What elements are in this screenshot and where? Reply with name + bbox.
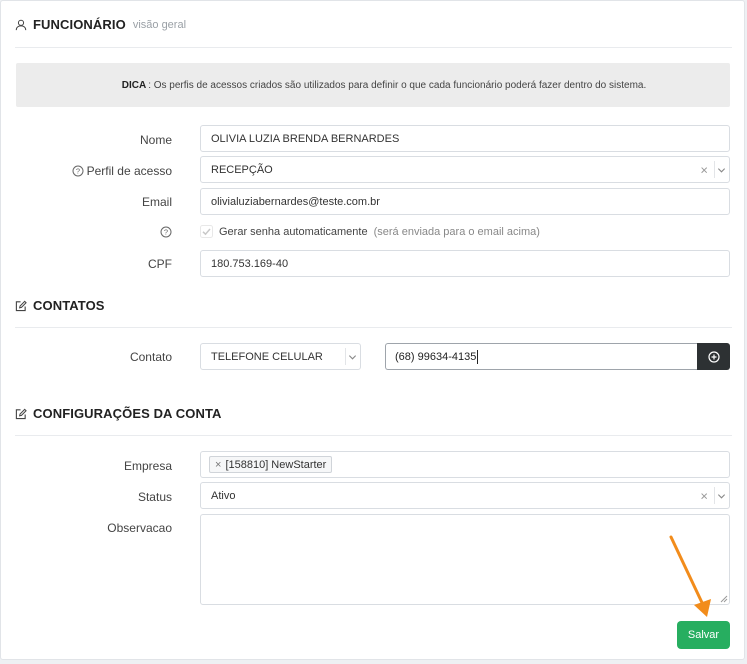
status-label: Status — [138, 490, 172, 504]
edit-icon — [15, 408, 27, 419]
gerar-senha-checkbox[interactable] — [200, 225, 213, 238]
plus-circle-icon — [707, 350, 720, 363]
status-value: Ativo — [211, 489, 236, 502]
contato-type-select[interactable]: TELEFONE CELULAR — [200, 343, 361, 370]
select-separator — [345, 348, 346, 365]
perfil-select[interactable]: RECEPÇÃO × — [200, 156, 730, 183]
contato-type-value: TELEFONE CELULAR — [211, 350, 323, 363]
select-separator — [714, 161, 715, 178]
email-value: olivialuziabernardes@teste.com.br — [211, 195, 380, 208]
email-label: Email — [142, 195, 172, 209]
contato-label: Contato — [130, 350, 172, 364]
gerar-senha-row: Gerar senha automaticamente (será enviad… — [200, 225, 540, 238]
clear-icon[interactable]: × — [700, 488, 708, 503]
page-title: FUNCIONÁRIO — [33, 17, 126, 32]
contatos-title: CONTATOS — [33, 298, 105, 313]
add-contact-button[interactable] — [697, 343, 730, 370]
chevron-down-icon[interactable] — [348, 352, 357, 361]
observacao-label: Observacao — [107, 521, 172, 535]
empresa-label-text: Empresa — [123, 459, 172, 473]
empresa-tag: × [158810] NewStarter — [209, 456, 333, 473]
page-header: FUNCIONÁRIO visão geral — [15, 17, 186, 32]
perfil-label: ? Perfil de acesso — [72, 164, 172, 178]
divider — [15, 435, 732, 436]
cpf-label: CPF — [148, 257, 172, 271]
nome-label: Nome — [140, 133, 172, 147]
contato-label-text: Contato — [129, 350, 172, 364]
select-separator — [714, 487, 715, 504]
svg-text:?: ? — [164, 228, 168, 237]
tip-label: DICA — [121, 79, 147, 91]
cpf-value: 180.753.169-40 — [211, 257, 289, 270]
cpf-label-text: CPF — [148, 257, 172, 271]
save-button[interactable]: Salvar — [677, 621, 730, 649]
observacao-label-text: Observacao — [107, 521, 172, 535]
config-title: CONFIGURAÇÕES DA CONTA — [33, 406, 222, 421]
status-label-text: Status — [137, 490, 172, 504]
perfil-value: RECEPÇÃO — [211, 163, 273, 176]
phone-value: (68) 99634-4135 — [395, 350, 477, 363]
svg-text:?: ? — [76, 167, 80, 176]
help-circle-icon[interactable]: ? — [72, 165, 84, 177]
user-icon — [15, 19, 27, 30]
text-caret — [477, 349, 479, 364]
clear-icon[interactable]: × — [700, 162, 708, 177]
cpf-input[interactable]: 180.753.169-40 — [200, 250, 730, 277]
empresa-label: Empresa — [124, 459, 172, 473]
contatos-header: CONTATOS — [15, 298, 105, 313]
help-circle-icon[interactable]: ? — [160, 226, 172, 238]
gerar-senha-hint: (será enviada para o email acima) — [373, 225, 540, 238]
nome-input[interactable]: OLIVIA LUZIA BRENDA BERNARDES — [200, 125, 730, 152]
nome-label-text: Nome — [139, 133, 172, 147]
chevron-down-icon[interactable] — [717, 491, 726, 500]
page-subtitle: visão geral — [132, 18, 187, 31]
config-header: CONFIGURAÇÕES DA CONTA — [15, 406, 222, 421]
phone-input[interactable]: (68) 99634-4135 — [385, 343, 697, 370]
gerar-senha-label: Gerar senha automaticamente — [219, 225, 368, 238]
email-input[interactable]: olivialuziabernardes@teste.com.br — [200, 188, 730, 215]
observacao-textarea[interactable] — [200, 514, 730, 605]
email-label-text: Email — [141, 195, 172, 209]
tip-box: DICA: Os perfis de acessos criados são u… — [16, 63, 730, 107]
empresa-tag-label: [158810] NewStarter — [225, 458, 327, 471]
perfil-label-text: Perfil de acesso — [86, 164, 172, 178]
divider — [15, 327, 732, 328]
nome-value: OLIVIA LUZIA BRENDA BERNARDES — [211, 132, 400, 145]
phone-input-group: (68) 99634-4135 — [385, 343, 730, 370]
remove-tag-icon[interactable]: × — [215, 459, 221, 471]
resize-grip-icon[interactable] — [720, 595, 728, 603]
divider — [15, 47, 732, 48]
chevron-down-icon[interactable] — [717, 165, 726, 174]
status-select[interactable]: Ativo × — [200, 482, 730, 509]
empresa-multiselect[interactable]: × [158810] NewStarter — [200, 451, 730, 478]
employee-panel: FUNCIONÁRIO visão geral DICA: Os perfis … — [0, 0, 745, 660]
edit-icon — [15, 300, 27, 311]
tip-text: : Os perfis de acessos criados são utili… — [148, 79, 647, 91]
gerar-senha-help: ? — [160, 226, 172, 238]
